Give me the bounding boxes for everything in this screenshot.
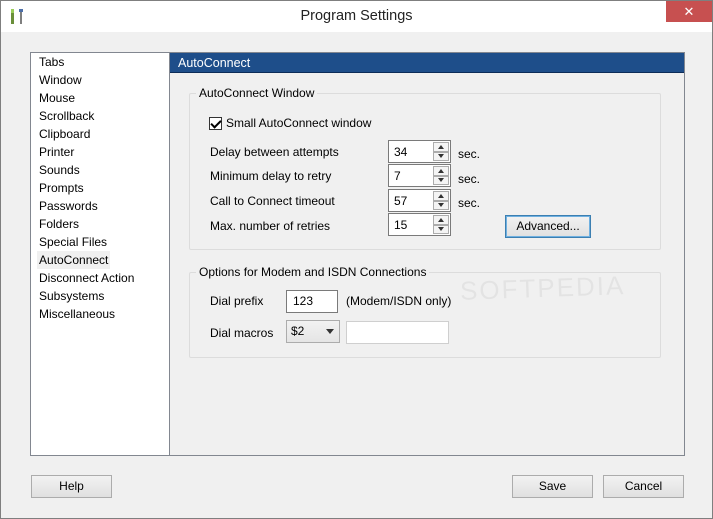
sidebar-item-miscellaneous[interactable]: Miscellaneous [37, 305, 117, 323]
dial-macros-text[interactable] [346, 321, 449, 344]
delay-between-up-button[interactable] [433, 142, 449, 152]
sidebar-item-printer[interactable]: Printer [37, 143, 76, 161]
arrow-down-icon [438, 178, 444, 183]
advanced-button[interactable]: Advanced... [505, 215, 591, 238]
max-retries-label: Max. number of retries [210, 219, 331, 233]
close-button[interactable]: ✕ [666, 1, 712, 22]
small-autoconnect-checkbox[interactable] [209, 116, 222, 130]
settings-panel: AutoConnect AutoConnect Window Small Aut… [170, 52, 685, 456]
min-delay-unit: sec. [458, 172, 481, 186]
arrow-up-icon [438, 168, 444, 173]
min-delay-value[interactable]: 7 [394, 169, 401, 183]
delay-between-value[interactable]: 34 [394, 145, 407, 159]
arrow-down-icon [438, 154, 444, 159]
window-title: Program Settings [300, 8, 413, 24]
program-settings-window: Program Settings ✕ Tabs Window Mouse Scr… [0, 0, 713, 519]
autoconnect-group-title: AutoConnect Window [196, 86, 318, 100]
min-delay-down-button[interactable] [433, 175, 449, 185]
max-retries-value[interactable]: 15 [394, 218, 407, 232]
save-button[interactable]: Save [512, 475, 593, 498]
settings-category-list[interactable]: Tabs Window Mouse Scrollback Clipboard P… [30, 52, 170, 456]
arrow-down-icon [438, 227, 444, 232]
call-timeout-label: Call to Connect timeout [210, 194, 335, 208]
sidebar-item-special-files[interactable]: Special Files [37, 233, 109, 251]
min-delay-up-button[interactable] [433, 166, 449, 176]
sidebar-item-folders[interactable]: Folders [37, 215, 81, 233]
sidebar-item-disconnect-action[interactable]: Disconnect Action [37, 269, 136, 287]
panel-title: AutoConnect [170, 53, 684, 73]
dial-prefix-input[interactable]: 123 [286, 290, 338, 313]
sidebar-item-window[interactable]: Window [37, 71, 84, 89]
small-autoconnect-label: Small AutoConnect window [226, 116, 372, 130]
max-retries-down-button[interactable] [433, 224, 449, 234]
delay-between-down-button[interactable] [433, 151, 449, 161]
dial-prefix-label: Dial prefix [210, 294, 264, 308]
arrow-down-icon [438, 203, 444, 208]
call-timeout-down-button[interactable] [433, 200, 449, 210]
sidebar-item-mouse[interactable]: Mouse [37, 89, 77, 107]
close-icon: ✕ [683, 4, 695, 19]
sidebar-item-autoconnect[interactable]: AutoConnect [37, 251, 111, 269]
chevron-down-icon [326, 329, 334, 334]
delay-between-unit: sec. [458, 147, 481, 161]
modem-group-title: Options for Modem and ISDN Connections [196, 265, 430, 279]
sidebar-item-tabs[interactable]: Tabs [37, 53, 66, 71]
help-button[interactable]: Help [31, 475, 112, 498]
arrow-up-icon [438, 217, 444, 222]
sidebar-item-prompts[interactable]: Prompts [37, 179, 86, 197]
min-delay-label: Minimum delay to retry [210, 169, 332, 183]
small-autoconnect-checkbox-row[interactable]: Small AutoConnect window [209, 116, 371, 130]
call-timeout-unit: sec. [458, 196, 481, 210]
softpedia-watermark: SOFTPEDIA [459, 270, 626, 306]
sidebar-item-subsystems[interactable]: Subsystems [37, 287, 106, 305]
dial-macros-selected: $2 [291, 324, 305, 338]
call-timeout-up-button[interactable] [433, 191, 449, 201]
autoconnect-window-group: AutoConnect Window Small AutoConnect win… [189, 86, 661, 250]
max-retries-spinner[interactable]: 15 [388, 213, 451, 236]
call-timeout-value[interactable]: 57 [394, 194, 407, 208]
sidebar-item-scrollback[interactable]: Scrollback [37, 107, 96, 125]
sidebar-item-passwords[interactable]: Passwords [37, 197, 100, 215]
dialog-client-area: Tabs Window Mouse Scrollback Clipboard P… [9, 32, 705, 512]
cancel-button[interactable]: Cancel [603, 475, 684, 498]
dial-macros-label: Dial macros [210, 326, 274, 340]
delay-between-label: Delay between attempts [210, 145, 339, 159]
title-bar[interactable]: Program Settings ✕ [1, 1, 712, 32]
arrow-up-icon [438, 193, 444, 198]
dial-prefix-note: (Modem/ISDN only) [346, 294, 452, 308]
min-delay-spinner[interactable]: 7 [388, 164, 451, 187]
max-retries-up-button[interactable] [433, 215, 449, 225]
call-timeout-spinner[interactable]: 57 [388, 189, 451, 212]
arrow-up-icon [438, 144, 444, 149]
sidebar-item-sounds[interactable]: Sounds [37, 161, 82, 179]
delay-between-spinner[interactable]: 34 [388, 140, 451, 163]
sidebar-item-clipboard[interactable]: Clipboard [37, 125, 92, 143]
dial-macros-select[interactable]: $2 [286, 320, 340, 343]
